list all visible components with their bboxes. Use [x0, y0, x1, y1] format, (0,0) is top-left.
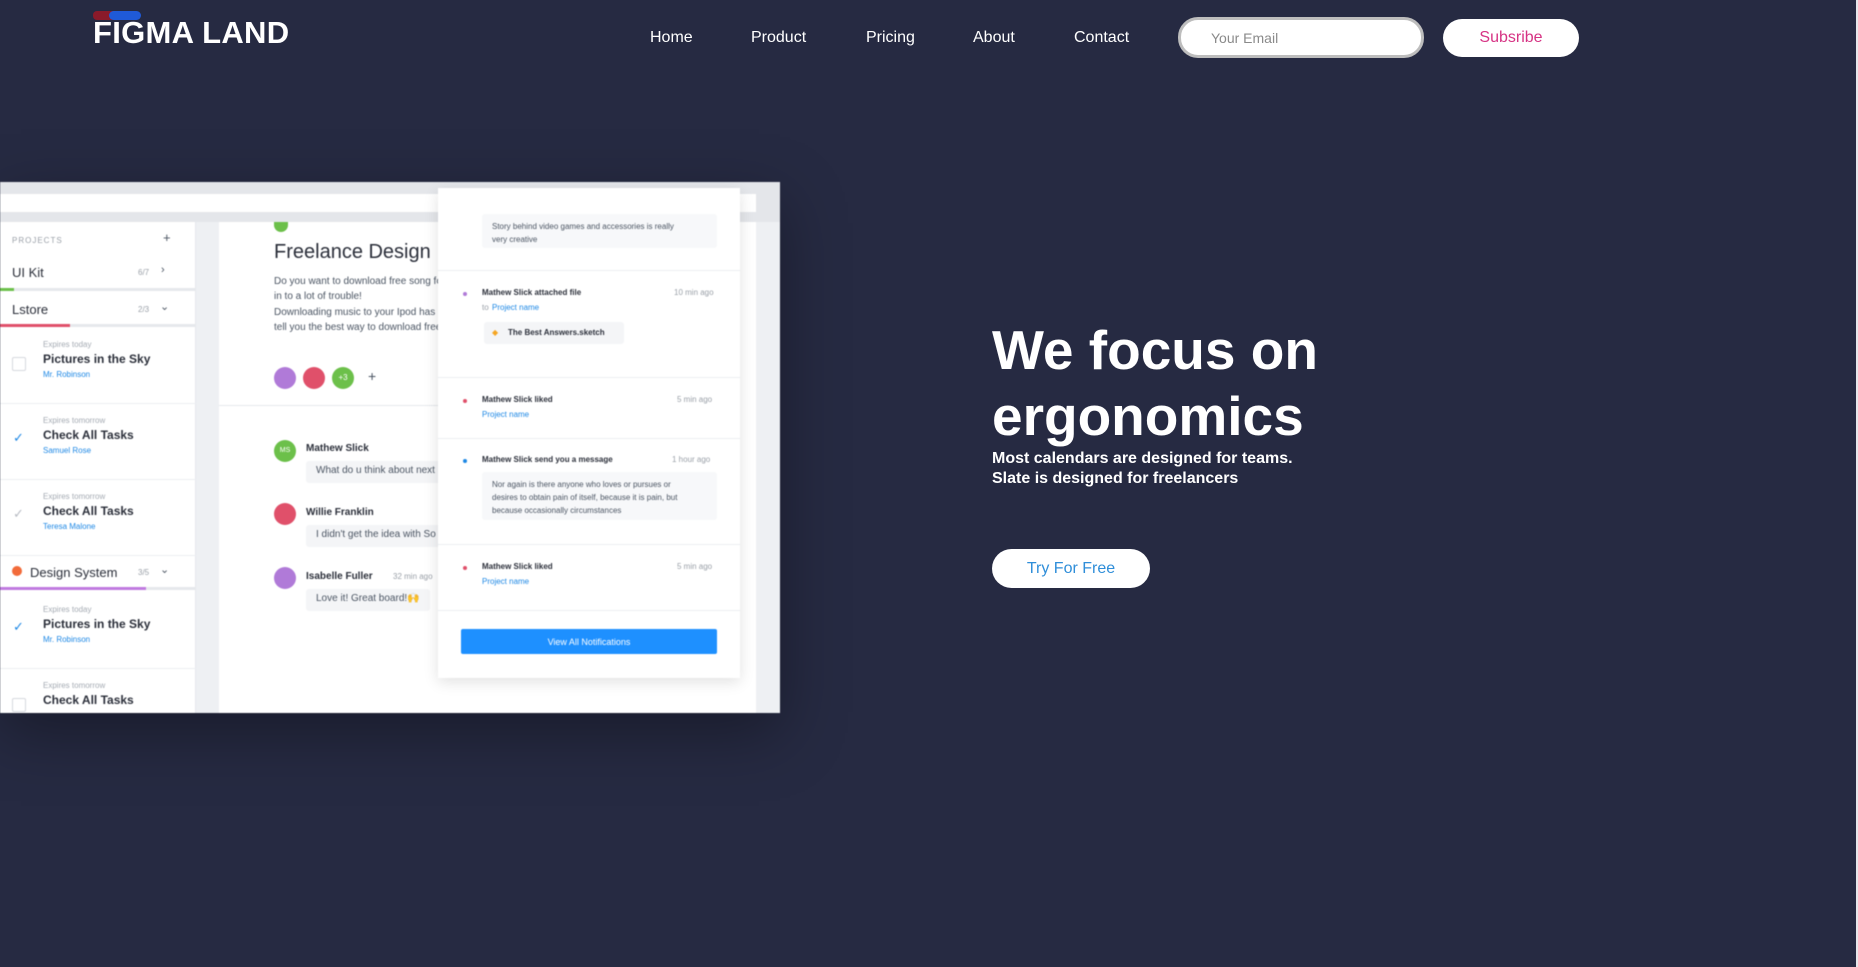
notifications-panel — [438, 188, 740, 678]
avatar — [274, 567, 296, 589]
task-item: ✓ Expires tomorrow Check All Tasks Teres… — [0, 480, 196, 556]
logo-mark-icon — [93, 8, 143, 20]
app-mockup-image: PROJECTS + UI Kit 6/7 › Lstore 2/3 ⌄ Exp… — [0, 182, 780, 713]
view-all-notifications-button: View All Notifications — [461, 629, 717, 654]
project-count: 6/7 — [138, 268, 150, 277]
group-count: 3/5 — [138, 568, 150, 577]
add-member-icon: + — [368, 368, 377, 384]
try-for-free-button[interactable]: Try For Free — [992, 549, 1150, 588]
task-item: ✓ Expires tomorrow Check All Tasks Samue… — [0, 404, 196, 480]
chevron-down-icon: ⌄ — [160, 564, 170, 576]
nav-product[interactable]: Product — [751, 28, 806, 48]
brand-logo[interactable]: FIGMA LAND — [93, 8, 289, 48]
avatar-count: +3 — [332, 367, 354, 389]
avatar — [274, 503, 296, 525]
email-input[interactable] — [1178, 17, 1424, 58]
checkmark-icon: ✓ — [13, 430, 24, 445]
project-link: Project name — [492, 303, 540, 312]
avatar: MS — [274, 440, 296, 462]
project-link: Project name — [482, 577, 530, 586]
task-item: ✓ Expires today Pictures in the Sky Mr. … — [0, 593, 196, 669]
checkbox-icon — [12, 357, 26, 371]
project-lstore: Lstore — [12, 302, 49, 317]
nav-pricing[interactable]: Pricing — [866, 28, 915, 48]
chevron-right-icon: › — [161, 264, 165, 276]
project-ui-kit: UI Kit — [12, 265, 44, 280]
file-chip: ◆ The Best Answers.sketch — [484, 322, 624, 344]
design-system-dot-icon — [12, 566, 22, 576]
brand-name: FIGMA LAND — [93, 15, 290, 50]
task-item: Expires today Pictures in the Sky Mr. Ro… — [0, 328, 196, 404]
projects-header: PROJECTS — [12, 236, 63, 245]
checkmark-icon: ✓ — [13, 506, 24, 521]
avatar — [303, 367, 325, 389]
board-title: Freelance Design — [274, 241, 431, 263]
project-count: 2/3 — [138, 305, 150, 314]
hero-title: We focus on ergonomics — [992, 319, 1318, 447]
task-item: Expires tomorrow Check All Tasks — [0, 669, 196, 713]
add-project-icon: + — [163, 230, 171, 245]
sketch-file-icon: ◆ — [492, 328, 499, 337]
nav-contact[interactable]: Contact — [1074, 28, 1129, 48]
project-link: Project name — [482, 410, 530, 419]
checkmark-icon: ✓ — [13, 619, 24, 634]
nav-about[interactable]: About — [973, 28, 1015, 48]
avatar — [274, 367, 296, 389]
subscribe-button[interactable]: Subsribe — [1443, 19, 1579, 57]
chevron-down-icon: ⌄ — [160, 301, 170, 313]
checkbox-icon — [12, 698, 26, 712]
hero-subtitle: Most calendars are designed for teams. S… — [992, 450, 1293, 487]
group-design-system: Design System — [30, 565, 118, 580]
nav-home[interactable]: Home — [650, 28, 693, 48]
